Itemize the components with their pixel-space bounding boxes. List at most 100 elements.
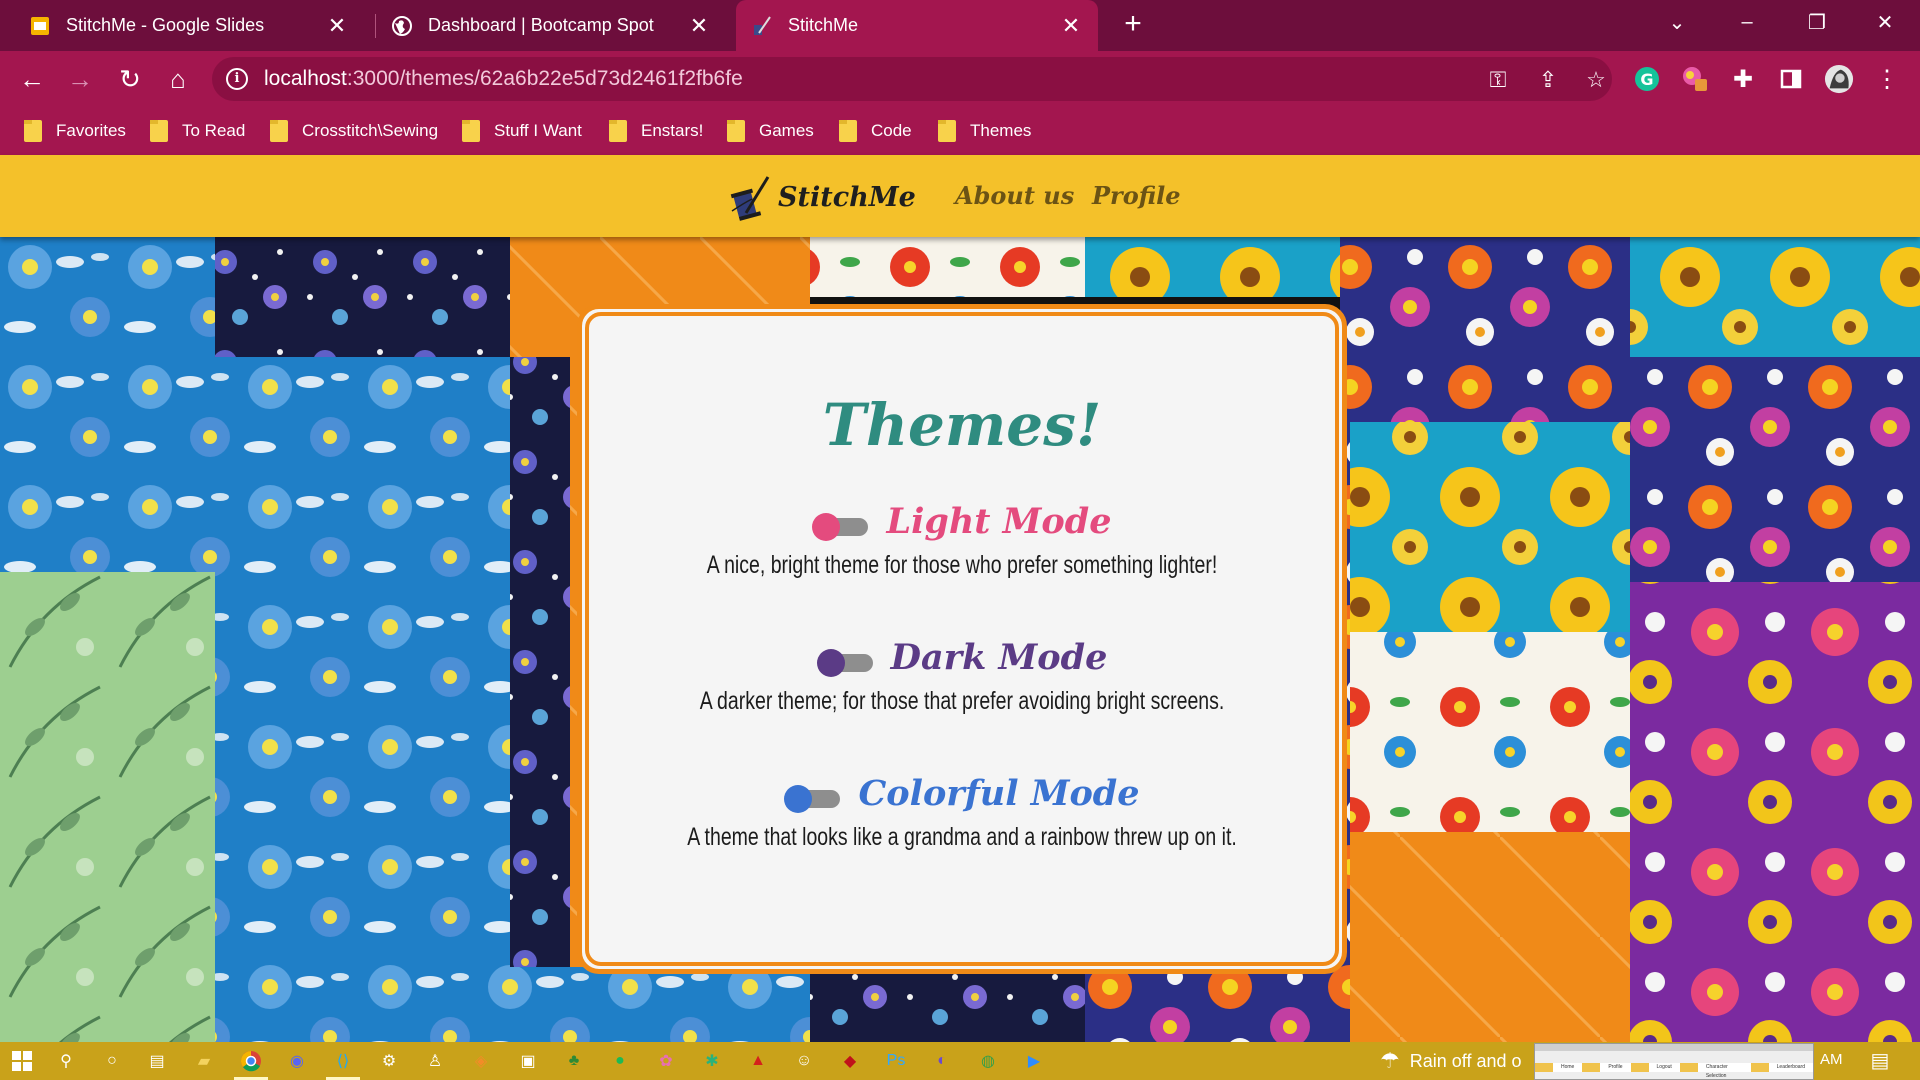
color-extension-icon[interactable] (1680, 64, 1710, 94)
bookmark-label: To Read (182, 121, 246, 140)
needle-thread-icon (750, 14, 774, 38)
themes-card: Themes! Light Mode A nice, bright theme … (577, 304, 1347, 974)
folder-icon (150, 120, 168, 142)
site-info-icon[interactable]: i (226, 68, 248, 90)
zoom-icon[interactable]: ▶ (1020, 1047, 1048, 1075)
back-icon[interactable]: ← (12, 59, 52, 99)
diamond-app-icon[interactable]: ◆ (836, 1047, 864, 1075)
new-tab-button[interactable]: + (1116, 8, 1150, 42)
blender-icon[interactable]: ◈ (467, 1047, 495, 1075)
bookmark-to-read[interactable]: To Read (150, 117, 245, 145)
brand-link[interactable]: StitchMe (728, 173, 916, 221)
forward-icon[interactable]: → (60, 59, 100, 99)
share-icon[interactable]: ⇪ (1534, 66, 1562, 94)
system-clock[interactable]: AM (1820, 1051, 1843, 1068)
game-character-icon[interactable]: ♙ (421, 1047, 449, 1075)
discord-icon[interactable]: ◉ (283, 1047, 311, 1075)
vscode-icon[interactable]: ⟨⟩ (329, 1047, 357, 1075)
nav-profile[interactable]: Profile (1092, 181, 1181, 210)
bookmark-label: Favorites (56, 121, 126, 140)
toggle-knob (812, 513, 841, 541)
tab-search-icon[interactable]: ⌄ (1642, 0, 1712, 44)
file-explorer-icon[interactable]: ▰ (190, 1047, 218, 1075)
paint-app-icon[interactable]: ✿ (652, 1047, 680, 1075)
bookmark-games[interactable]: Games (727, 117, 814, 145)
browser-tab-strip: StitchMe - Google Slides ✕ Dashboard | B… (0, 0, 1920, 51)
globe-icon (390, 14, 414, 38)
bookmark-favorites[interactable]: Favorites (24, 117, 126, 145)
reload-icon[interactable]: ↻ (110, 59, 150, 99)
password-key-icon[interactable]: ⚿ (1484, 66, 1512, 94)
close-tab-icon[interactable]: ✕ (324, 13, 350, 39)
tab-google-slides[interactable]: StitchMe - Google Slides ✕ (14, 0, 364, 51)
cortana-icon[interactable]: ○ (98, 1047, 126, 1075)
folder-icon (938, 120, 956, 142)
minimize-button[interactable]: – (1712, 0, 1782, 44)
photoshop-icon[interactable]: Ps (882, 1047, 910, 1075)
weather-widget[interactable]: ☂ Rain off and o (1380, 1046, 1522, 1076)
steam-icon[interactable]: ⚙ (375, 1047, 403, 1075)
bookmark-label: Themes (970, 121, 1032, 140)
restore-button[interactable]: ❐ (1782, 0, 1852, 44)
folder-icon (727, 120, 745, 142)
theme-name: Colorful Mode (858, 772, 1140, 814)
task-view-icon[interactable]: ▤ (143, 1047, 171, 1075)
green-app-icon[interactable]: ◍ (974, 1047, 1002, 1075)
leaf-app-icon[interactable]: ♣ (560, 1047, 588, 1075)
window-preview-thumbnail[interactable]: Home Profile Logout Character Selection … (1534, 1043, 1814, 1080)
search-icon[interactable]: ⚲ (52, 1047, 80, 1075)
chrome-icon[interactable] (237, 1047, 265, 1075)
theme-name: Dark Mode (890, 636, 1108, 678)
home-icon[interactable]: ⌂ (158, 59, 198, 99)
site-navbar: StitchMe About us Profile (0, 155, 1920, 237)
slack-icon[interactable]: ✱ (698, 1047, 726, 1075)
dark-mode-toggle[interactable] (816, 649, 875, 677)
colorful-mode-toggle[interactable] (784, 785, 842, 813)
close-window-button[interactable]: ✕ (1850, 0, 1920, 44)
bookmark-code[interactable]: Code (839, 117, 912, 145)
brand-name: StitchMe (778, 181, 916, 213)
address-bar[interactable]: i localhost:3000/themes/62a6b22e5d73d246… (212, 57, 1612, 101)
url-host: localhost (264, 67, 347, 90)
bookmark-stuff-i-want[interactable]: Stuff I Want (462, 117, 582, 145)
windows-start-icon[interactable] (8, 1047, 36, 1075)
acrobat-icon[interactable]: ▲ (744, 1047, 772, 1075)
bookmarks-bar: Favorites To Read Crosstitch\Sewing Stuf… (0, 107, 1920, 155)
spotify-icon[interactable]: ● (606, 1047, 634, 1075)
toggle-knob (784, 785, 813, 813)
bookmark-star-icon[interactable]: ☆ (1582, 66, 1610, 94)
side-panel-icon[interactable] (1776, 64, 1806, 94)
svg-text:G: G (1640, 70, 1653, 89)
google-slides-icon (28, 14, 52, 38)
light-mode-toggle[interactable] (812, 513, 870, 541)
page-title: Themes! (822, 391, 1102, 459)
browser-menu-icon[interactable]: ⋮ (1872, 64, 1902, 94)
nav-about-us[interactable]: About us (955, 181, 1074, 210)
url-text[interactable]: localhost:3000/themes/62a6b22e5d73d2461f… (264, 67, 743, 91)
folder-icon (609, 120, 627, 142)
character-app-icon[interactable]: ☺ (790, 1047, 818, 1075)
theme-description: A theme that looks like a grandma and a … (687, 823, 1237, 851)
bookmark-enstars[interactable]: Enstars! (609, 117, 703, 145)
close-tab-icon[interactable]: ✕ (686, 13, 712, 39)
bookmark-label: Enstars! (641, 121, 704, 140)
theme-option-light: Light Mode A nice, bright theme for thos… (582, 495, 1342, 580)
bookmark-themes[interactable]: Themes (938, 117, 1031, 145)
tab-bootcamp-spot[interactable]: Dashboard | Bootcamp Spot ✕ (376, 0, 726, 51)
7zip-icon[interactable]: ▣ (514, 1047, 542, 1075)
browser-toolbar: ← → ↻ ⌂ i localhost:3000/themes/62a6b22e… (0, 51, 1920, 107)
theme-option-colorful: Colorful Mode A theme that looks like a … (582, 767, 1342, 852)
bookmark-crosstitch-sewing[interactable]: Crosstitch\Sewing (270, 117, 438, 145)
folder-icon (270, 120, 288, 142)
close-tab-icon[interactable]: ✕ (1058, 13, 1084, 39)
profile-avatar[interactable] (1824, 64, 1854, 94)
folder-icon (24, 120, 42, 142)
moon-app-icon[interactable]: ◐ (928, 1047, 956, 1075)
thumbnail-nav-item: Home (1553, 1063, 1583, 1072)
tab-stitchme[interactable]: StitchMe ✕ (736, 0, 1098, 51)
extensions-puzzle-icon[interactable]: ✚ (1728, 64, 1758, 94)
folder-icon (462, 120, 480, 142)
notification-center-icon[interactable]: ▤ (1868, 1048, 1892, 1072)
thumbnail-nav-item: Logout (1648, 1063, 1680, 1072)
grammarly-icon[interactable]: G (1632, 64, 1662, 94)
